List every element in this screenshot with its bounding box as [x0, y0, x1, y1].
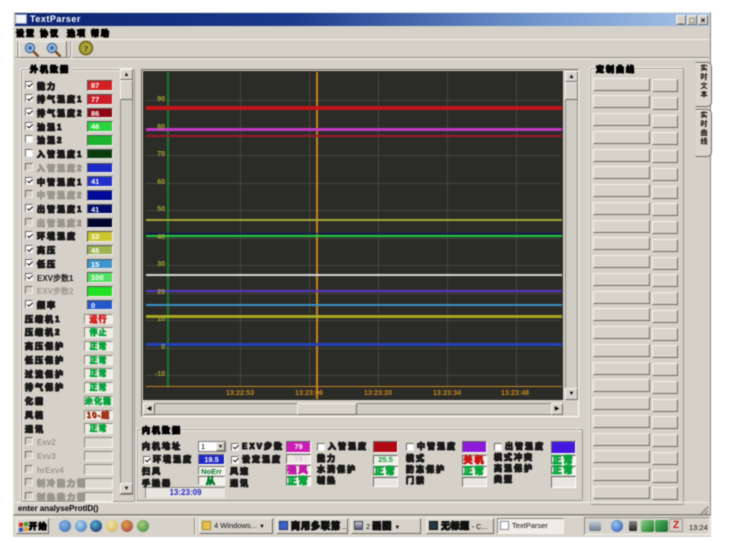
svg-text:?: ? — [84, 44, 88, 54]
